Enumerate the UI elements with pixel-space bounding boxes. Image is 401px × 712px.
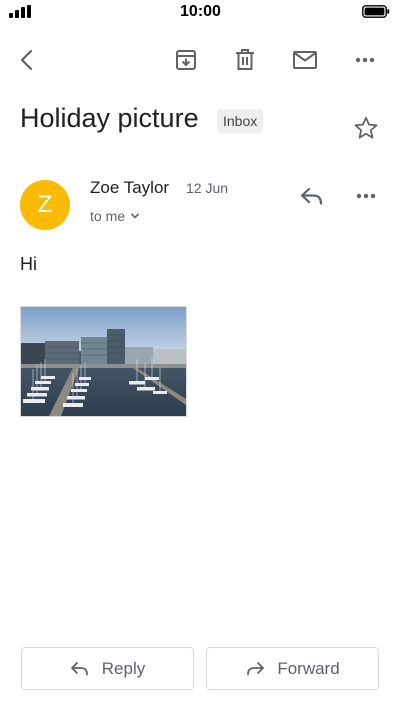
harbor-photo — [21, 307, 186, 416]
reply-icon — [70, 661, 88, 675]
battery-icon — [362, 5, 390, 18]
back-button[interactable] — [6, 38, 50, 82]
reply-icon-button[interactable] — [292, 176, 332, 216]
reply-button-label: Reply — [101, 658, 146, 678]
delete-button[interactable] — [223, 38, 267, 82]
delete-icon — [236, 49, 254, 70]
back-icon — [20, 49, 33, 71]
star-button[interactable] — [348, 110, 384, 146]
chevron-down-icon — [130, 213, 140, 219]
forward-button-label: Forward — [277, 658, 340, 678]
more-icon — [356, 193, 376, 199]
toolbar — [0, 38, 401, 82]
email-screen: 10:00 Holiday picture Inbox Z Zoe Taylor… — [0, 0, 401, 712]
mark-unread-button[interactable] — [283, 38, 327, 82]
status-time: 10:00 — [180, 3, 221, 20]
mail-icon — [293, 51, 317, 69]
email-body: Hi — [20, 254, 37, 274]
more-button[interactable] — [343, 38, 387, 82]
message-more-button[interactable] — [346, 176, 386, 216]
email-subject: Holiday picture — [20, 103, 199, 133]
archive-icon — [176, 50, 196, 70]
archive-button[interactable] — [164, 38, 208, 82]
inbox-label-chip[interactable]: Inbox — [217, 109, 264, 133]
sender-name: Zoe Taylor — [90, 178, 170, 197]
recipients-text: to me — [90, 208, 126, 224]
recipients-toggle[interactable]: to me — [90, 208, 140, 224]
image-attachment[interactable] — [20, 306, 187, 417]
status-bar: 10:00 — [0, 0, 401, 26]
forward-icon — [247, 661, 265, 675]
reply-button[interactable]: Reply — [21, 647, 194, 690]
sender-avatar[interactable]: Z — [20, 180, 70, 230]
sent-date: 12 Jun — [186, 180, 229, 196]
more-icon — [355, 57, 375, 63]
forward-button[interactable]: Forward — [206, 647, 379, 690]
star-icon — [354, 116, 378, 139]
reply-icon — [300, 187, 323, 205]
